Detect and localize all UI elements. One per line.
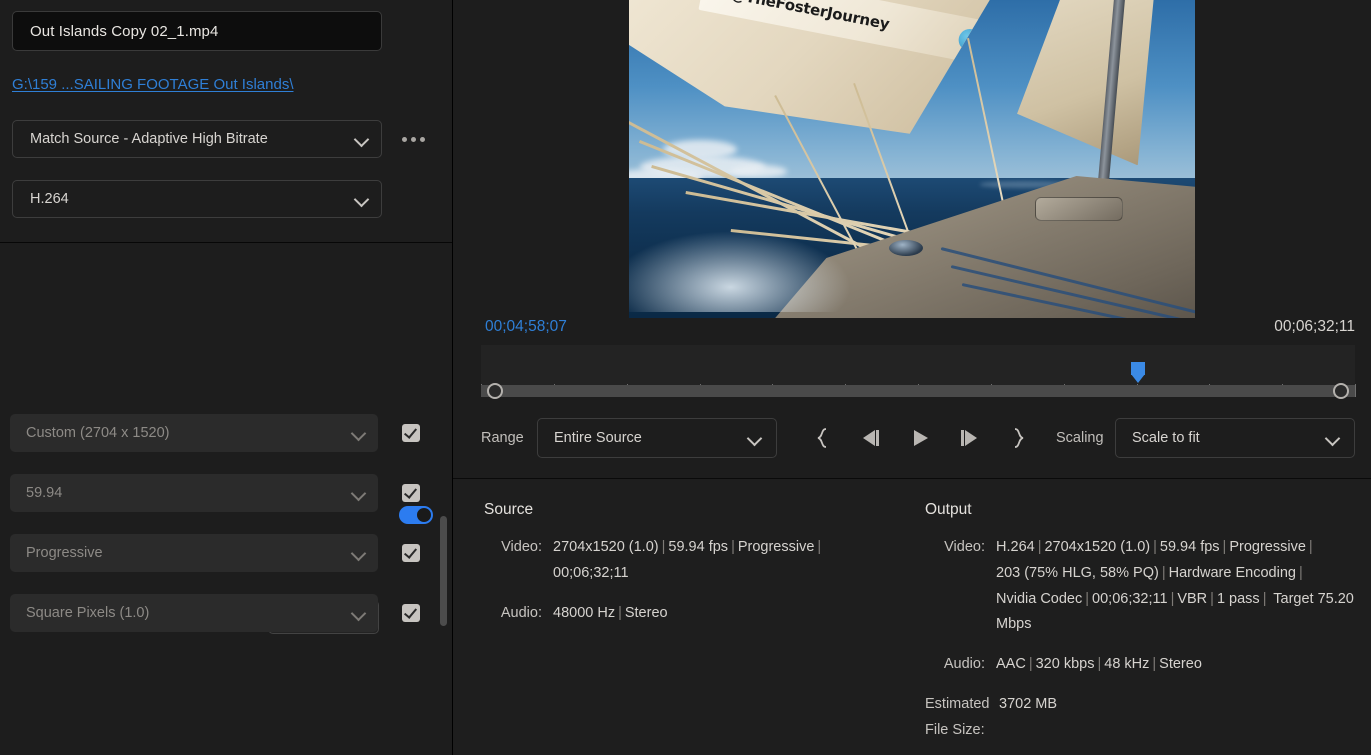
aspect-ratio-row: Square Pixels (1.0) [10, 594, 440, 632]
video-settings-section: gs Match Source Custom (2704 x 1520) 59.… [0, 243, 452, 755]
sail-branding-band: @TheFosterJourney [698, 0, 994, 66]
range-label: Range [481, 430, 524, 446]
source-audio-value: 48000 Hz | Stereo [553, 604, 668, 621]
output-audio-row: Audio: AAC | 320 kbps | 48 kHz | Stereo [925, 652, 1355, 678]
export-settings-window: Out Islands Copy 02_1.mp4 G:\159 ...SAIL… [0, 0, 1371, 755]
set-in-point-button[interactable] [807, 424, 837, 452]
chevron-down-icon [1324, 429, 1342, 447]
play-icon [914, 430, 928, 446]
timeline-ruler[interactable] [481, 345, 1355, 385]
frame-size-match-checkbox[interactable] [402, 424, 420, 442]
preset-dropdown-value: Match Source - Adaptive High Bitrate [30, 131, 268, 147]
range-dropdown-value: Entire Source [554, 430, 642, 446]
format-dropdown-value: H.264 [30, 191, 69, 207]
out-point-icon [1014, 428, 1024, 448]
chevron-down-icon [353, 190, 371, 208]
sail-branding-text: @TheFosterJourney [730, 0, 892, 34]
preview-panel: @TheFosterJourney 00;04;58;07 00;06;32;1… [453, 0, 1371, 755]
output-heading: Output [925, 501, 972, 518]
source-audio-row: Audio: 48000 Hz | Stereo [484, 601, 914, 627]
scaling-label: Scaling [1056, 430, 1104, 446]
step-forward-icon [961, 430, 977, 446]
scrubber-area[interactable] [481, 345, 1356, 399]
source-summary-column: Source Video: 2704x1520 (1.0) | 59.94 fps |… [484, 501, 914, 640]
video-preview-frame[interactable]: @TheFosterJourney [629, 0, 1195, 318]
scaling-dropdown-value: Scale to fit [1132, 430, 1200, 446]
timecode-in[interactable]: 00;04;58;07 [485, 318, 567, 336]
frame-rate-value: 59.94 [26, 485, 63, 501]
transport-controls-row: Range Entire Source Scaling Scale to fit [453, 418, 1371, 462]
format-dropdown[interactable]: H.264 [12, 180, 382, 218]
timeline-tick [1355, 384, 1356, 397]
output-audio-value: AAC | 320 kbps | 48 kHz | Stereo [996, 656, 1202, 673]
deck-winch [888, 240, 923, 257]
settings-scrollbar[interactable] [440, 516, 447, 626]
aspect-ratio-value: Square Pixels (1.0) [26, 605, 150, 621]
chevron-down-icon [350, 544, 368, 562]
aspect-ratio-match-checkbox[interactable] [402, 604, 420, 622]
output-video-label: Video: [944, 539, 985, 555]
output-path-link[interactable]: G:\159 ...SAILING FOOTAGE Out Islands\ [12, 76, 293, 93]
field-order-match-checkbox[interactable] [402, 544, 420, 562]
output-audio-label: Audio: [943, 656, 985, 673]
frame-rate-row: 59.94 [10, 474, 440, 512]
output-filesize-label: Estimated File Size: [925, 695, 990, 738]
output-video-row: Video: H.264 | 2704x1520 (1.0) | 59.94 fps | P… [925, 535, 1355, 638]
range-dropdown[interactable]: Entire Source [537, 418, 777, 458]
output-filename-text: Out Islands Copy 02_1.mp4 [30, 22, 219, 40]
trim-handle-left[interactable] [487, 383, 503, 399]
trim-handle-right[interactable] [1333, 383, 1349, 399]
set-out-point-button[interactable] [1004, 424, 1034, 452]
export-settings-left-panel: Out Islands Copy 02_1.mp4 G:\159 ...SAIL… [0, 0, 452, 755]
aspect-ratio-dropdown[interactable]: Square Pixels (1.0) [10, 594, 378, 632]
frame-size-dropdown[interactable]: Custom (2704 x 1520) [10, 414, 378, 452]
output-video-value: H.264 | 2704x1520 (1.0) | 59.94 fps | Progress… [996, 539, 1354, 633]
output-filesize-value: 3702 MB [999, 695, 1058, 712]
chevron-down-icon [350, 484, 368, 502]
step-back-button[interactable] [855, 424, 885, 452]
chevron-down-icon [350, 604, 368, 622]
scaling-dropdown[interactable]: Scale to fit [1115, 418, 1355, 458]
frame-rate-dropdown[interactable]: 59.94 [10, 474, 378, 512]
output-filename-input[interactable]: Out Islands Copy 02_1.mp4 [12, 11, 382, 51]
deck-hatch [1034, 197, 1124, 221]
step-forward-button[interactable] [955, 424, 985, 452]
source-audio-label: Audio: [500, 604, 542, 621]
ellipsis-icon-dot [419, 136, 425, 142]
output-summary-column: Output Video: H.264 | 2704x1520 (1.0) | 59.9… [925, 501, 1355, 755]
preset-more-options-button[interactable] [396, 128, 430, 150]
field-order-row: Progressive [10, 534, 440, 572]
bow-wake [629, 228, 856, 312]
chevron-down-icon [353, 130, 371, 148]
in-point-icon [817, 428, 827, 448]
playhead-tip [1131, 374, 1145, 383]
field-order-dropdown[interactable]: Progressive [10, 534, 378, 572]
ellipsis-icon-dot [401, 136, 407, 142]
output-filesize-row: Estimated File Size: 3702 MB [925, 692, 1355, 744]
ellipsis-icon-dot [410, 136, 416, 142]
play-button[interactable] [905, 424, 935, 452]
frame-size-value: Custom (2704 x 1520) [26, 425, 170, 441]
step-back-icon [863, 430, 879, 446]
video-preview-stage: @TheFosterJourney [453, 0, 1371, 318]
trim-range-bar[interactable] [481, 383, 1355, 399]
field-order-value: Progressive [26, 545, 103, 561]
preset-dropdown[interactable]: Match Source - Adaptive High Bitrate [12, 120, 382, 158]
playhead-marker[interactable] [1131, 362, 1145, 383]
chevron-down-icon [350, 424, 368, 442]
frame-size-row: Custom (2704 x 1520) [10, 414, 440, 452]
source-video-label: Video: [501, 539, 542, 555]
source-heading: Source [484, 501, 534, 518]
frame-rate-match-checkbox[interactable] [402, 484, 420, 502]
source-video-value: 2704x1520 (1.0) | 59.94 fps | Progressive | 0… [553, 539, 822, 581]
source-video-row: Video: 2704x1520 (1.0) | 59.94 fps | Progres… [484, 535, 914, 587]
output-file-section: Out Islands Copy 02_1.mp4 G:\159 ...SAIL… [0, 0, 452, 242]
timecode-out[interactable]: 00;06;32;11 [1274, 318, 1355, 336]
summary-section: Source Video: 2704x1520 (1.0) | 59.94 fps |… [453, 479, 1371, 755]
chevron-down-icon [746, 429, 764, 447]
